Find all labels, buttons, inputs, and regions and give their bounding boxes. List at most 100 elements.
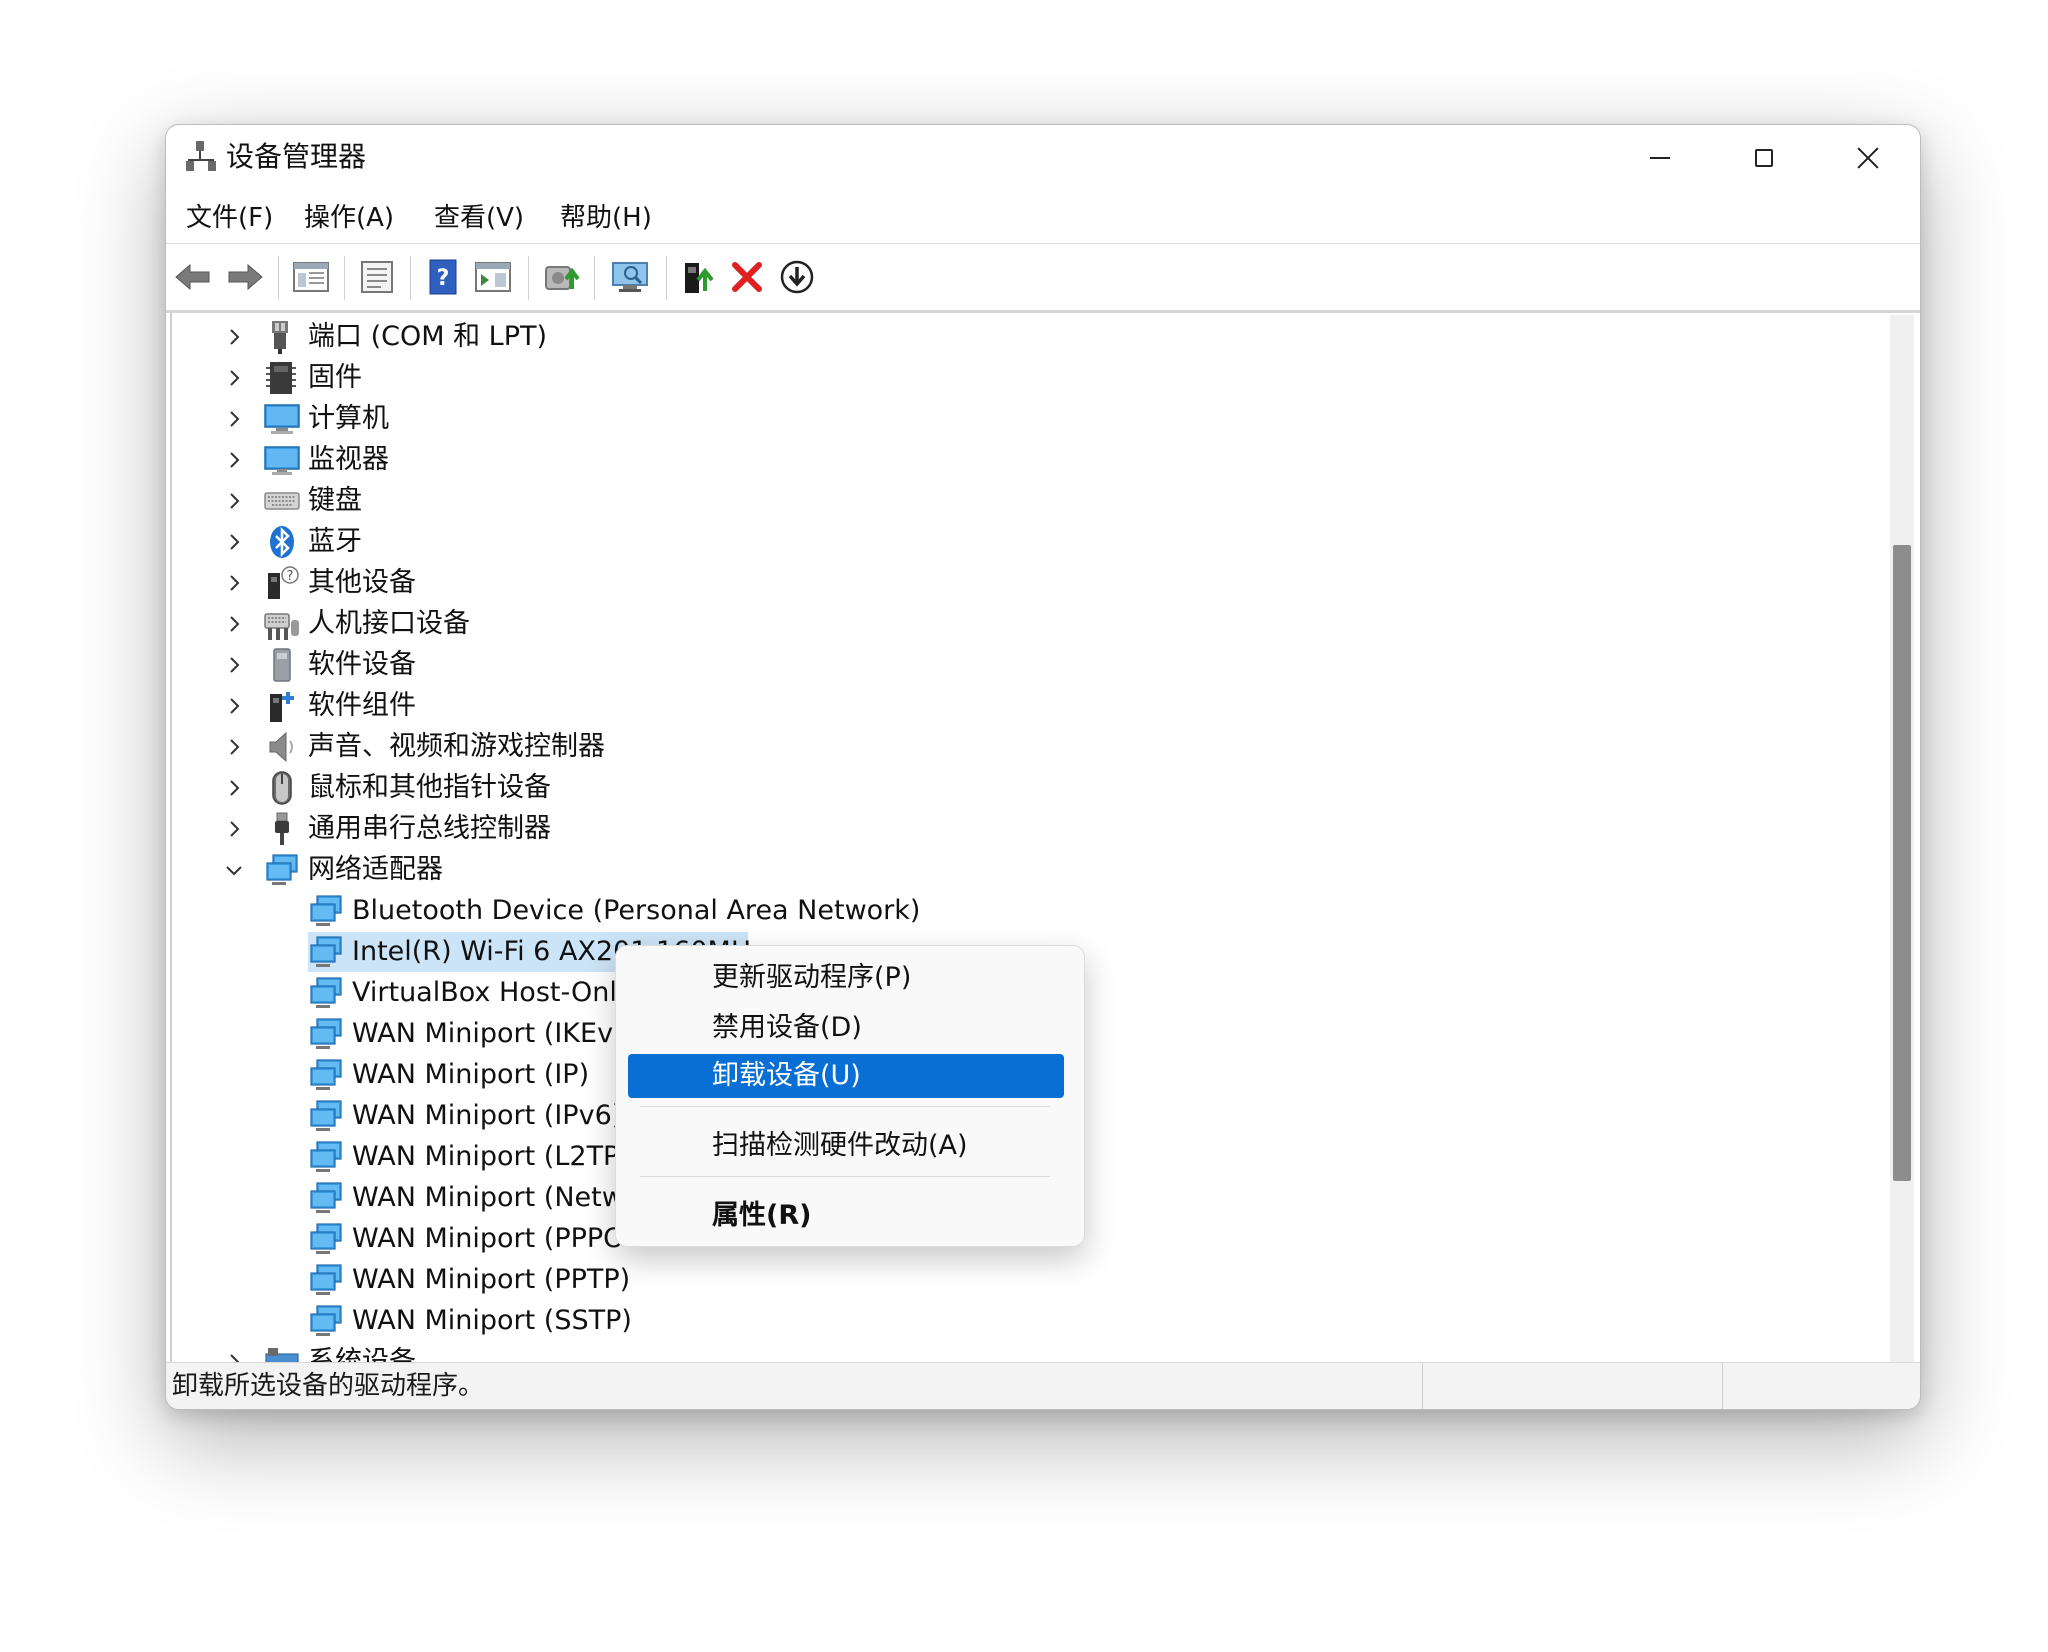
menu-disable-device[interactable]: 禁用设备(D) <box>628 1006 1064 1050</box>
scrollbar-thumb[interactable] <box>1893 545 1911 1181</box>
chevron-right-icon[interactable] <box>222 489 246 513</box>
keyboard-icon <box>264 492 300 510</box>
tree-item-sound-video-game[interactable]: 声音、视频和游戏控制器 <box>172 727 1872 767</box>
tree-label: 软件设备 <box>308 649 416 680</box>
monitor-icon <box>264 446 300 475</box>
menu-file[interactable]: 文件(F) <box>178 201 281 235</box>
menu-update-driver[interactable]: 更新驱动程序(P) <box>628 956 1064 1000</box>
chevron-right-icon[interactable] <box>222 571 246 595</box>
software-component-icon <box>270 692 294 722</box>
maximize-icon <box>1755 149 1773 167</box>
toolbar: ? <box>166 244 1920 313</box>
tree-label: WAN Miniport (PPTP) <box>352 1264 631 1295</box>
tree-label: WAN Miniport (PPPO <box>352 1223 625 1254</box>
back-button[interactable] <box>172 256 214 298</box>
chevron-right-icon[interactable] <box>222 530 246 554</box>
tree-label: 鼠标和其他指针设备 <box>308 772 551 803</box>
chevron-right-icon[interactable] <box>222 448 246 472</box>
tree-label: Bluetooth Device (Personal Area Network) <box>352 895 921 926</box>
menu-scan-hardware[interactable]: 扫描检测硬件改动(A) <box>628 1124 1064 1168</box>
menu-properties[interactable]: 属性(R) <box>628 1194 1064 1238</box>
show-hide-console-tree-button[interactable] <box>290 256 332 298</box>
window-title: 设备管理器 <box>226 140 367 173</box>
menu-uninstall-device[interactable]: 卸载设备(U) <box>628 1054 1064 1098</box>
tree-item-bluetooth[interactable]: 蓝牙 <box>172 522 1872 562</box>
tree-item-software-components[interactable]: 软件组件 <box>172 686 1872 726</box>
title-bar[interactable]: 设备管理器 <box>166 125 1920 191</box>
tree-item-software-devices[interactable]: 软件设备 <box>172 645 1872 685</box>
uninstall-device-button[interactable] <box>726 256 768 298</box>
tree-item-system-devices[interactable]: 系统设备 <box>172 1342 1872 1363</box>
menu-view[interactable]: 查看(V) <box>426 201 532 235</box>
tree-label: WAN Miniport (IPv6) <box>352 1100 623 1131</box>
network-adapter-icon <box>266 854 298 885</box>
tree-label: 计算机 <box>308 403 389 434</box>
forward-button[interactable] <box>224 256 266 298</box>
minimize-icon <box>1650 157 1670 159</box>
tree-label: VirtualBox Host-Only <box>352 977 633 1008</box>
chevron-right-icon[interactable] <box>222 325 246 349</box>
tree-item-other-devices[interactable]: ? 其他设备 <box>172 563 1872 603</box>
tree-item-computer[interactable]: 计算机 <box>172 399 1872 439</box>
tree-item-monitors[interactable]: 监视器 <box>172 440 1872 480</box>
tree-item-ports[interactable]: 端口 (COM 和 LPT) <box>172 317 1872 357</box>
menu-help[interactable]: 帮助(H) <box>552 201 660 235</box>
network-adapter-icon <box>310 1059 342 1090</box>
chevron-right-icon[interactable] <box>222 653 246 677</box>
download-button[interactable] <box>776 256 818 298</box>
tree-item-mice[interactable]: 鼠标和其他指针设备 <box>172 768 1872 808</box>
chevron-right-icon[interactable] <box>222 694 246 718</box>
port-icon <box>272 321 288 354</box>
status-bar: 卸载所选设备的驱动程序。 <box>166 1362 1920 1409</box>
chevron-right-icon[interactable] <box>222 735 246 759</box>
context-menu: 更新驱动程序(P) 禁用设备(D) 卸载设备(U) 扫描检测硬件改动(A) 属性… <box>615 945 1085 1247</box>
speaker-icon <box>269 731 293 763</box>
chevron-down-icon[interactable] <box>222 858 246 882</box>
system-device-icon <box>265 1348 299 1363</box>
maximize-button[interactable] <box>1712 125 1816 191</box>
tree-label: WAN Miniport (L2TP) <box>352 1141 630 1172</box>
network-adapter-icon <box>310 1018 342 1049</box>
tree-label: WAN Miniport (Netwo <box>352 1182 641 1213</box>
enable-device-button[interactable] <box>676 256 718 298</box>
scan-hardware-button[interactable] <box>610 256 652 298</box>
tree-item-keyboards[interactable]: 键盘 <box>172 481 1872 521</box>
tree-item-network-child[interactable]: WAN Miniport (SSTP) <box>172 1301 1872 1341</box>
action-pane-button[interactable] <box>472 256 514 298</box>
chevron-right-icon[interactable] <box>222 366 246 390</box>
menu-action[interactable]: 操作(A) <box>296 201 402 235</box>
tree-label: WAN Miniport (SSTP) <box>352 1305 632 1336</box>
chevron-right-icon[interactable] <box>222 612 246 636</box>
tree-label: 网络适配器 <box>308 854 443 885</box>
tree-item-network-adapters[interactable]: 网络适配器 <box>172 850 1872 890</box>
tree-label: WAN Miniport (IP) <box>352 1059 590 1090</box>
svg-text:?: ? <box>287 569 294 584</box>
chevron-right-icon[interactable] <box>222 776 246 800</box>
vertical-scrollbar[interactable] <box>1890 315 1914 1363</box>
update-driver-button[interactable] <box>540 256 582 298</box>
tree-label: 系统设备 <box>308 1346 416 1363</box>
tree-item-network-child[interactable]: Bluetooth Device (Personal Area Network) <box>172 891 1872 931</box>
chevron-right-icon[interactable] <box>222 817 246 841</box>
tree-item-network-child[interactable]: WAN Miniport (PPTP) <box>172 1260 1872 1300</box>
tree-label: 人机接口设备 <box>308 608 470 639</box>
unknown-device-icon: ? <box>268 566 299 599</box>
action-pane-icon <box>475 262 511 292</box>
close-button[interactable] <box>1816 125 1920 191</box>
software-device-icon <box>273 648 291 682</box>
status-text: 卸载所选设备的驱动程序。 <box>172 1371 485 1401</box>
tree-item-hid[interactable]: 人机接口设备 <box>172 604 1872 644</box>
properties-button[interactable] <box>356 256 398 298</box>
tree-label: 端口 (COM 和 LPT) <box>308 321 548 352</box>
help-button[interactable]: ? <box>422 256 464 298</box>
chevron-right-icon[interactable] <box>222 407 246 431</box>
tree-item-usb[interactable]: 通用串行总线控制器 <box>172 809 1872 849</box>
network-adapter-icon <box>310 977 342 1008</box>
minimize-button[interactable] <box>1608 125 1712 191</box>
tree-item-firmware[interactable]: 固件 <box>172 358 1872 398</box>
network-adapter-icon <box>310 1182 342 1213</box>
menu-bar: 文件(F) 操作(A) 查看(V) 帮助(H) <box>166 193 1920 244</box>
tree-label: 蓝牙 <box>308 526 362 557</box>
mouse-icon <box>272 771 292 805</box>
tree-label: 通用串行总线控制器 <box>308 813 551 844</box>
